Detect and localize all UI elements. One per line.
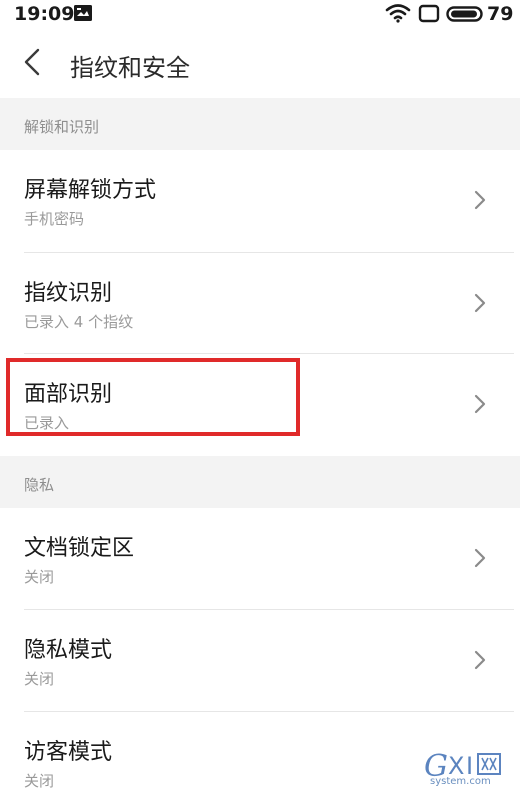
message-icon: [74, 5, 92, 21]
item-subtitle: 手机密码: [24, 210, 85, 228]
battery-icon: [446, 6, 486, 22]
item-title: 访客模式: [24, 740, 113, 765]
page-title: 指纹和安全: [70, 54, 190, 82]
item-subtitle: 关闭: [24, 568, 55, 586]
list-item-fingerprint[interactable]: 指纹识别 已录入 4 个指纹: [0, 253, 520, 353]
list-item-screen-unlock[interactable]: 屏幕解锁方式 手机密码: [0, 150, 520, 250]
item-title: 屏幕解锁方式: [24, 178, 157, 203]
wifi-icon: [385, 3, 411, 23]
section-label: 解锁和识别: [24, 118, 100, 136]
chevron-right-icon: [470, 392, 490, 416]
chevron-right-icon: [470, 291, 490, 315]
section-header-privacy: 隐私: [0, 456, 520, 508]
status-time: 19:09: [14, 3, 75, 25]
chevron-left-icon: [22, 48, 42, 80]
chevron-right-icon: [470, 648, 490, 672]
list-item-face-recognition[interactable]: 面部识别 已录入: [0, 354, 520, 454]
back-button[interactable]: [14, 44, 50, 84]
square-icon: [418, 4, 440, 23]
app-header: 指纹和安全: [0, 28, 520, 98]
item-subtitle: 关闭: [24, 772, 55, 790]
section-header-unlock: 解锁和识别: [0, 98, 520, 150]
item-subtitle: 已录入: [24, 414, 70, 432]
status-bar: 19:09 79: [0, 0, 520, 28]
item-title: 隐私模式: [24, 638, 113, 663]
chevron-right-icon: [470, 188, 490, 212]
item-title: 文档锁定区: [24, 536, 135, 561]
item-subtitle: 关闭: [24, 670, 55, 688]
watermark-domain: system.com: [430, 776, 491, 787]
chevron-right-icon: [470, 546, 490, 570]
section-label: 隐私: [24, 476, 55, 494]
item-title: 面部识别: [24, 382, 113, 407]
item-title: 指纹识别: [24, 281, 113, 306]
list-item-privacy-mode[interactable]: 隐私模式 关闭: [0, 610, 520, 710]
battery-level: 79: [487, 3, 514, 25]
item-subtitle: 已录入 4 个指纹: [24, 313, 134, 331]
list-item-document-lock[interactable]: 文档锁定区 关闭: [0, 508, 520, 608]
